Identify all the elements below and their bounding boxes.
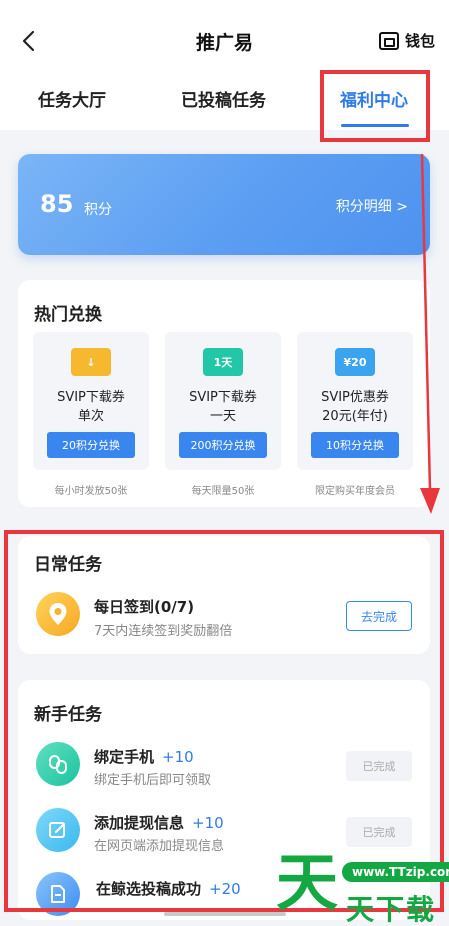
task-reward: +20 <box>209 880 241 898</box>
go-complete-button[interactable]: 去完成 <box>346 601 412 631</box>
points-card: 85 积分 积分明细 > <box>18 154 430 255</box>
newbie-tasks-title: 新手任务 <box>34 705 102 725</box>
coupon-ticket-icon: ¥20 <box>335 348 375 376</box>
home-indicator <box>164 912 286 916</box>
task-name: 绑定手机 +10 <box>94 746 194 767</box>
day-ticket-icon: 1天 <box>203 348 243 376</box>
task-reward: +10 <box>162 748 194 766</box>
voucher-name-line1: SVIP优惠券 <box>321 390 389 405</box>
voucher-name: SVIP优惠券 20元(年付) <box>297 388 413 426</box>
task-reward: +10 <box>192 814 224 832</box>
voucher-name: SVIP下载券 一天 <box>165 388 281 426</box>
edit-icon <box>36 808 80 852</box>
watermark-site: www.TTzip.com <box>342 862 449 882</box>
arrow-annotation-icon <box>420 153 440 514</box>
top-bar: 推广易 钱包 任务大厅 已投稿任务 福利中心 <box>0 0 449 130</box>
active-tab-indicator <box>341 124 409 127</box>
task-name: 添加提现信息 +10 <box>94 812 224 833</box>
exchange-button[interactable]: 200积分兑换 <box>179 432 267 458</box>
file-icon <box>36 872 80 916</box>
points-detail-link[interactable]: 积分明细 > <box>336 196 408 216</box>
voucher-note: 每小时发放50张 <box>54 486 128 497</box>
voucher-name-line1: SVIP下载券 <box>57 390 125 405</box>
hot-exchange-card: 热门兑换 ↓ SVIP下载券 单次 20积分兑换 每小时发放50张 1天 SVI… <box>18 280 430 507</box>
watermark-sub: 天下载 <box>346 893 437 926</box>
task-desc: 绑定手机后即可领取 <box>94 773 212 788</box>
points-value: 85 <box>40 190 74 218</box>
wallet-icon <box>378 31 399 50</box>
voucher-card[interactable]: ¥20 SVIP优惠券 20元(年付) 10积分兑换 <box>297 332 413 470</box>
task-name-text: 在鲸选投稿成功 <box>96 880 202 898</box>
tab-task-hall[interactable]: 任务大厅 <box>38 86 106 111</box>
voucher-name-line2: 20元(年付) <box>322 409 388 424</box>
task-desc: 7天内连续签到奖励翻倍 <box>94 624 233 639</box>
task-name-text: 添加提现信息 <box>94 814 185 832</box>
wallet-label: 钱包 <box>404 32 435 50</box>
daily-tasks-card: 日常任务 每日签到(0/7) 7天内连续签到奖励翻倍 去完成 <box>18 536 430 654</box>
task-desc: 在网页端添加提现信息 <box>94 839 225 854</box>
hot-exchange-title: 热门兑换 <box>34 305 102 325</box>
tab-submitted-tasks[interactable]: 已投稿任务 <box>181 86 266 111</box>
exchange-button[interactable]: 10积分兑换 <box>311 432 399 458</box>
completed-button[interactable]: 已完成 <box>346 751 412 781</box>
tab-bar: 任务大厅 已投稿任务 福利中心 <box>0 80 449 127</box>
daily-tasks-title: 日常任务 <box>34 555 102 575</box>
voucher-note: 每天限量50张 <box>191 486 255 497</box>
voucher-name-line2: 单次 <box>77 409 104 424</box>
points-unit: 积分 <box>84 202 112 218</box>
voucher-name: SVIP下载券 单次 <box>33 388 149 426</box>
voucher-card[interactable]: ↓ SVIP下载券 单次 20积分兑换 <box>33 332 149 470</box>
voucher-card[interactable]: 1天 SVIP下载券 一天 200积分兑换 <box>165 332 281 470</box>
task-name: 每日签到(0/7) <box>94 598 195 616</box>
wallet-button[interactable]: 钱包 <box>378 30 435 51</box>
task-name-text: 绑定手机 <box>94 748 155 766</box>
download-ticket-icon: ↓ <box>71 348 111 376</box>
completed-button[interactable]: 已完成 <box>346 817 412 847</box>
exchange-button[interactable]: 20积分兑换 <box>47 432 135 458</box>
voucher-note: 限定购买年度会员 <box>315 486 395 497</box>
voucher-name-line1: SVIP下载券 <box>189 390 257 405</box>
link-icon <box>36 742 80 786</box>
voucher-name-line2: 一天 <box>209 409 236 424</box>
task-name: 在鲸选投稿成功 +20 <box>96 878 241 899</box>
watermark-logo: 天 www.TTzip.com 天下载 <box>270 850 449 926</box>
location-pin-icon <box>36 592 80 636</box>
watermark-big-char: 天 <box>276 846 339 919</box>
tab-welfare-center[interactable]: 福利中心 <box>340 86 408 111</box>
